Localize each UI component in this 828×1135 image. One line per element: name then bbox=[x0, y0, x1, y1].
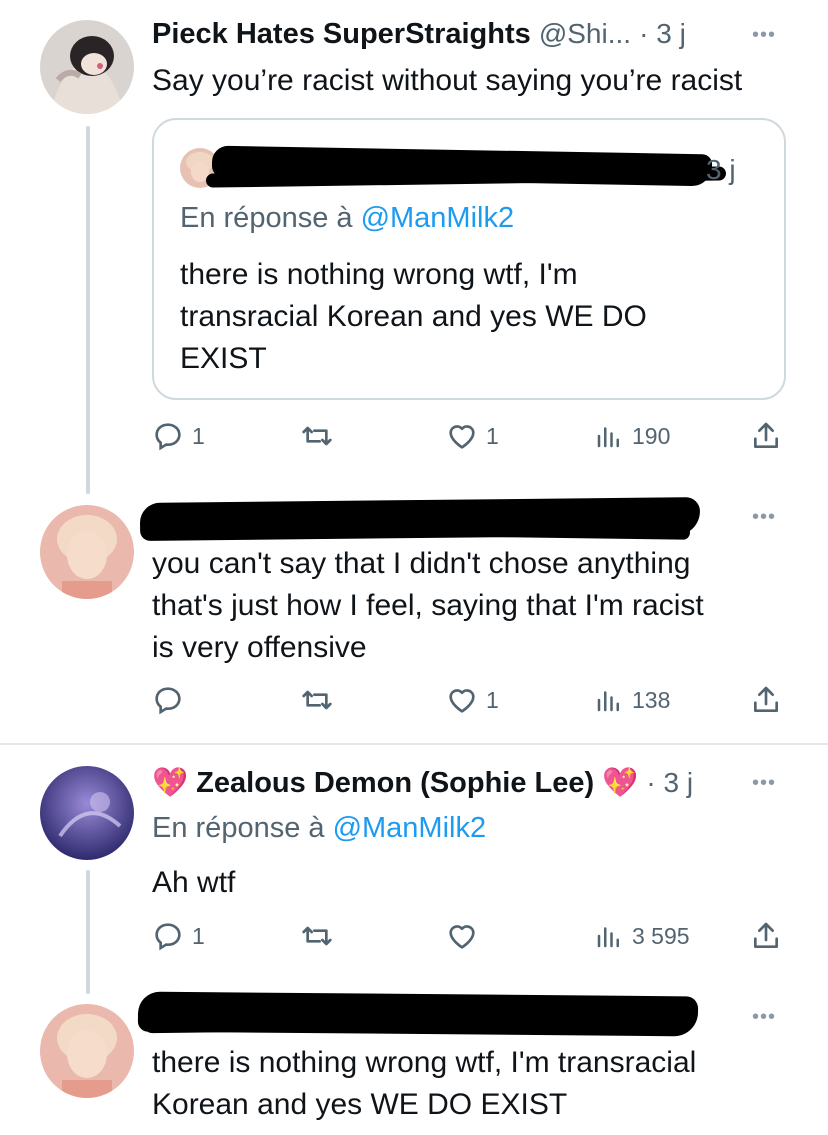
views-button[interactable]: 138 bbox=[594, 684, 670, 716]
quoted-tweet-card[interactable]: 3 j En réponse à @ManMilk2 there is noth… bbox=[152, 118, 786, 400]
speech-bubble-icon bbox=[152, 920, 184, 952]
quoted-reply-to: En réponse à @ManMilk2 bbox=[180, 202, 514, 235]
sparkling-heart-emoji: 💖 bbox=[602, 767, 639, 799]
more-dots-icon[interactable]: ••• bbox=[752, 772, 776, 795]
reply-button[interactable] bbox=[152, 684, 192, 716]
speech-bubble-icon bbox=[152, 684, 184, 716]
thread-connector-line bbox=[86, 870, 90, 994]
like-button[interactable]: 1 bbox=[446, 420, 499, 452]
avatar-zealous-demon[interactable] bbox=[40, 766, 134, 860]
view-count: 190 bbox=[632, 422, 671, 449]
avatar-pieck[interactable] bbox=[40, 20, 134, 114]
like-button[interactable] bbox=[446, 920, 486, 952]
quoted-text-line-3: EXIST bbox=[180, 342, 267, 375]
like-count: 1 bbox=[486, 422, 499, 449]
quoted-text-line-1: there is nothing wrong wtf, I'm bbox=[180, 258, 578, 291]
tweet1-text: Say you’re racist without saying you’re … bbox=[152, 64, 743, 97]
retweet-button[interactable] bbox=[300, 684, 334, 716]
tweet2-text-line-1: you can't say that I didn't chose anythi… bbox=[152, 547, 691, 580]
bar-chart-icon bbox=[594, 684, 624, 716]
reply-handle-link[interactable]: @ManMilk2 bbox=[333, 812, 487, 844]
tweet3-author-name[interactable]: Zealous Demon (Sophie Lee) bbox=[196, 767, 594, 799]
retweet-arrows-icon bbox=[300, 920, 334, 952]
heart-icon bbox=[446, 684, 478, 716]
avatar-tweet4[interactable] bbox=[40, 1004, 134, 1098]
reply-button[interactable]: 1 bbox=[152, 420, 205, 452]
views-button[interactable]: 3 595 bbox=[594, 920, 690, 952]
reply-count: 1 bbox=[192, 422, 205, 449]
reply-count: 1 bbox=[192, 922, 205, 949]
retweet-button[interactable] bbox=[300, 920, 334, 952]
retweet-arrows-icon bbox=[300, 420, 334, 452]
view-count: 3 595 bbox=[632, 922, 690, 949]
more-dots-icon[interactable]: ••• bbox=[752, 506, 776, 529]
tweet4-text-line-1: there is nothing wrong wtf, I'm transrac… bbox=[152, 1046, 697, 1079]
share-button[interactable] bbox=[750, 684, 782, 716]
quoted-time: 3 j bbox=[706, 154, 736, 185]
tweet1-handle[interactable]: @Shi... bbox=[539, 18, 631, 49]
bar-chart-icon bbox=[594, 920, 624, 952]
views-button[interactable]: 190 bbox=[594, 420, 670, 452]
tweet2-text-line-2: that's just how I feel, saying that I'm … bbox=[152, 589, 704, 622]
heart-icon bbox=[446, 920, 478, 952]
tweet3-text: Ah wtf bbox=[152, 866, 236, 899]
tweet3-header: 💖 Zealous Demon (Sophie Lee) 💖 · 3 j bbox=[152, 766, 693, 800]
share-upload-icon bbox=[750, 420, 782, 452]
share-button[interactable] bbox=[750, 420, 782, 452]
view-count: 138 bbox=[632, 686, 671, 713]
thread-divider bbox=[0, 743, 828, 745]
bar-chart-icon bbox=[594, 420, 624, 452]
speech-bubble-icon bbox=[152, 420, 184, 452]
thread-connector-line bbox=[86, 126, 90, 494]
share-button[interactable] bbox=[750, 920, 782, 952]
tweet1-header: Pieck Hates SuperStraights @Shi... · 3 j bbox=[152, 18, 686, 51]
tweet3-time[interactable]: · 3 j bbox=[646, 767, 693, 798]
reply-prefix: En réponse à bbox=[180, 202, 353, 234]
quoted-text-line-2: transracial Korean and yes WE DO bbox=[180, 300, 647, 333]
retweet-button[interactable] bbox=[300, 420, 334, 452]
avatar-tweet2[interactable] bbox=[40, 505, 134, 599]
like-count: 1 bbox=[486, 686, 499, 713]
reply-prefix: En réponse à bbox=[152, 812, 325, 844]
reply-button[interactable]: 1 bbox=[152, 920, 205, 952]
like-button[interactable]: 1 bbox=[446, 684, 499, 716]
tweet1-time[interactable]: · 3 j bbox=[639, 18, 686, 49]
retweet-arrows-icon bbox=[300, 684, 334, 716]
tweet2-text-line-3: is very offensive bbox=[152, 631, 367, 664]
share-upload-icon bbox=[750, 920, 782, 952]
more-dots-icon[interactable]: ••• bbox=[752, 24, 776, 47]
tweet1-author-name[interactable]: Pieck Hates SuperStraights bbox=[152, 18, 531, 50]
heart-icon bbox=[446, 420, 478, 452]
tweet4-text-line-2: Korean and yes WE DO EXIST bbox=[152, 1088, 568, 1121]
tweet3-reply-to: En réponse à @ManMilk2 bbox=[152, 812, 486, 845]
more-dots-icon[interactable]: ••• bbox=[752, 1006, 776, 1029]
share-upload-icon bbox=[750, 684, 782, 716]
sparkling-heart-emoji: 💖 bbox=[152, 767, 189, 799]
reply-handle-link[interactable]: @ManMilk2 bbox=[361, 202, 515, 234]
